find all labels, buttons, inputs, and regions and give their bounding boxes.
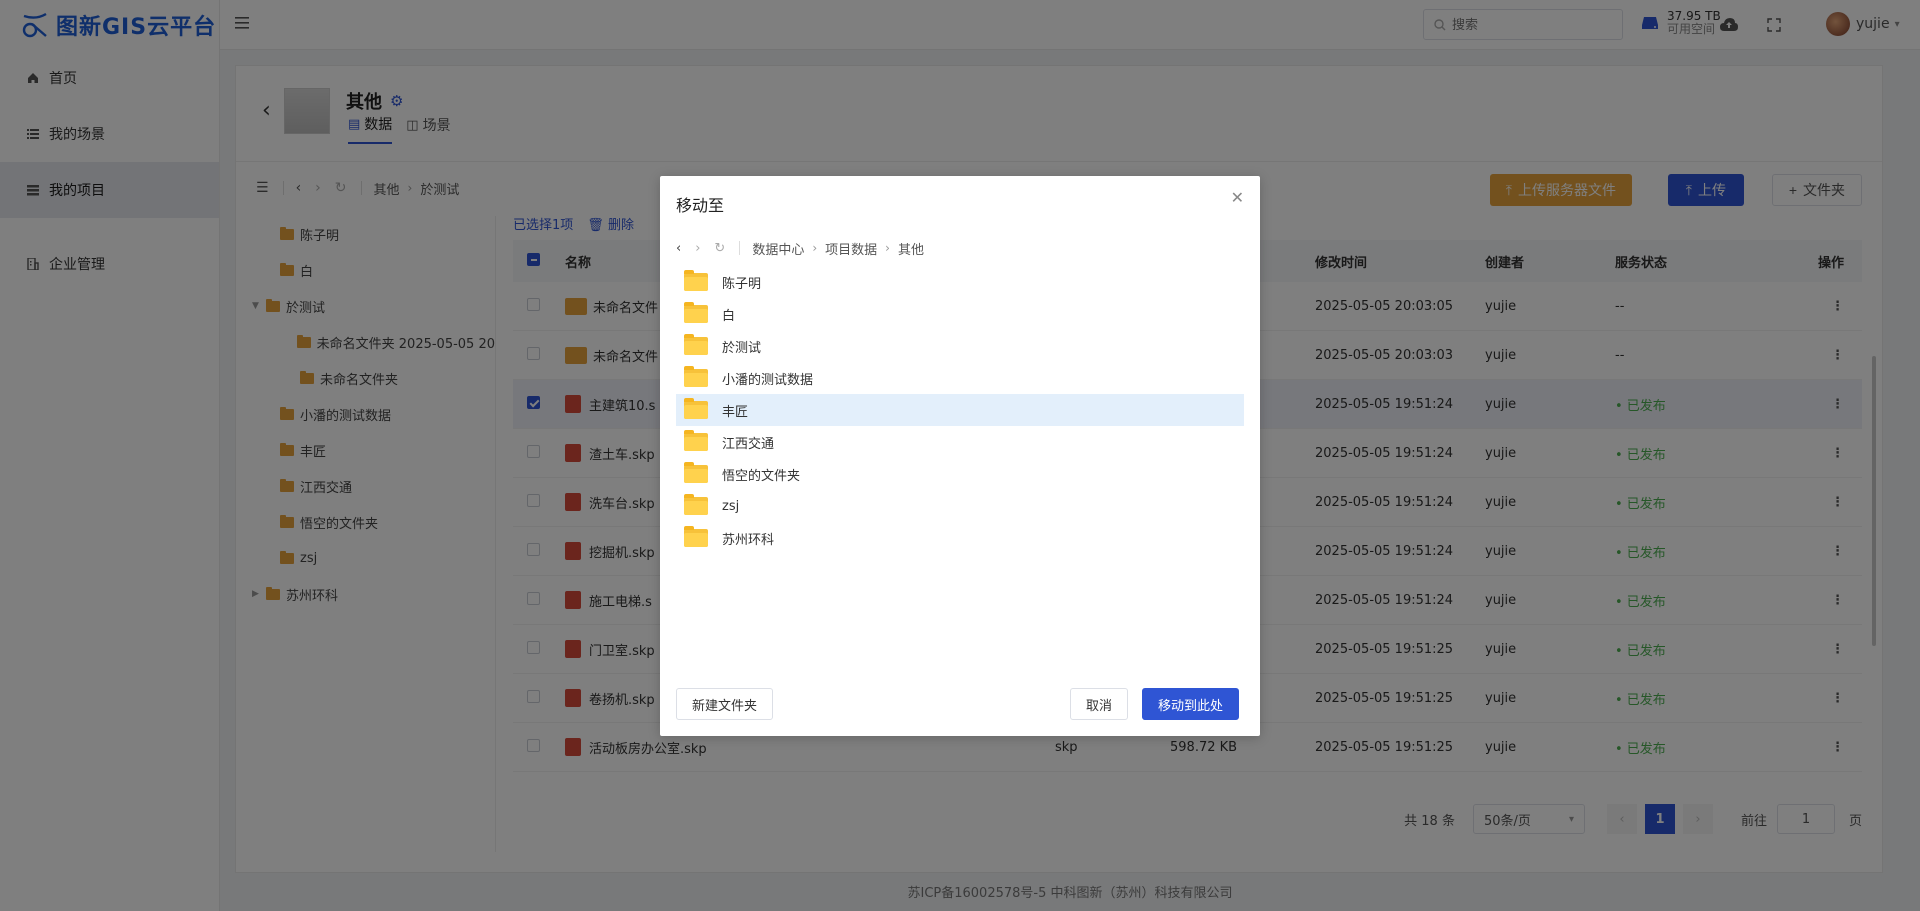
- folder-icon: [684, 462, 708, 483]
- folder-name: 陈子明: [722, 276, 762, 292]
- folder-name: 苏州环科: [722, 532, 775, 548]
- dialog-folder-item[interactable]: 苏州环科: [676, 522, 1244, 554]
- folder-name: 悟空的文件夹: [722, 468, 801, 484]
- breadcrumb-separator: ›: [885, 241, 890, 255]
- folder-name: 小潘的测试数据: [722, 372, 814, 388]
- dialog-folder-item[interactable]: zsj: [676, 490, 1244, 522]
- folder-icon: [684, 398, 708, 419]
- dialog-folder-list: 陈子明白於测试小潘的测试数据 丰匠江西交通悟空的文件夹 zsj 苏州环科: [676, 266, 1244, 554]
- dialog-folder-item[interactable]: 悟空的文件夹: [676, 458, 1244, 490]
- move-to-dialog: 移动至 ✕ ‹ › ↻ 数据中心 › 项目数据 › 其他 陈子明白於测试小潘的测…: [660, 176, 1260, 736]
- dialog-folder-item[interactable]: 白: [676, 298, 1244, 330]
- breadcrumb-separator: ›: [812, 241, 818, 255]
- folder-name: 白: [722, 308, 736, 324]
- folder-icon: [684, 302, 708, 323]
- folder-name: 於测试: [722, 340, 762, 356]
- dialog-breadcrumb-item[interactable]: 数据中心: [752, 239, 804, 258]
- cancel-button[interactable]: 取消: [1070, 688, 1129, 720]
- folder-icon: [684, 366, 708, 387]
- folder-name: 江西交通: [722, 436, 775, 452]
- close-icon[interactable]: ✕: [1231, 188, 1244, 207]
- folder-name: 丰匠: [722, 404, 749, 420]
- refresh-icon[interactable]: ↻: [714, 241, 725, 256]
- dialog-breadcrumb-item[interactable]: 其他: [898, 239, 924, 258]
- dialog-title: 移动至: [676, 196, 725, 215]
- nav-back-icon[interactable]: ‹: [676, 241, 681, 256]
- dialog-folder-item[interactable]: 小潘的测试数据: [676, 362, 1244, 394]
- folder-icon: [684, 270, 708, 291]
- dialog-nav: ‹ › ↻ 数据中心 › 项目数据 › 其他: [676, 238, 1244, 258]
- dialog-folder-item[interactable]: 江西交通: [676, 426, 1244, 458]
- dialog-folder-item[interactable]: 陈子明: [676, 266, 1244, 298]
- folder-icon: [684, 334, 708, 355]
- new-folder-button[interactable]: 新建文件夹: [676, 688, 774, 720]
- folder-icon: [684, 430, 708, 451]
- folder-icon: [684, 494, 708, 515]
- folder-name: zsj: [722, 498, 740, 514]
- folder-icon: [684, 526, 708, 547]
- dialog-folder-item[interactable]: 於测试: [676, 330, 1244, 362]
- dialog-breadcrumb-item[interactable]: 项目数据: [825, 239, 877, 258]
- move-here-button[interactable]: 移动到此处: [1142, 688, 1240, 720]
- dialog-folder-item[interactable]: 丰匠: [676, 394, 1244, 426]
- nav-forward-icon[interactable]: ›: [695, 241, 700, 256]
